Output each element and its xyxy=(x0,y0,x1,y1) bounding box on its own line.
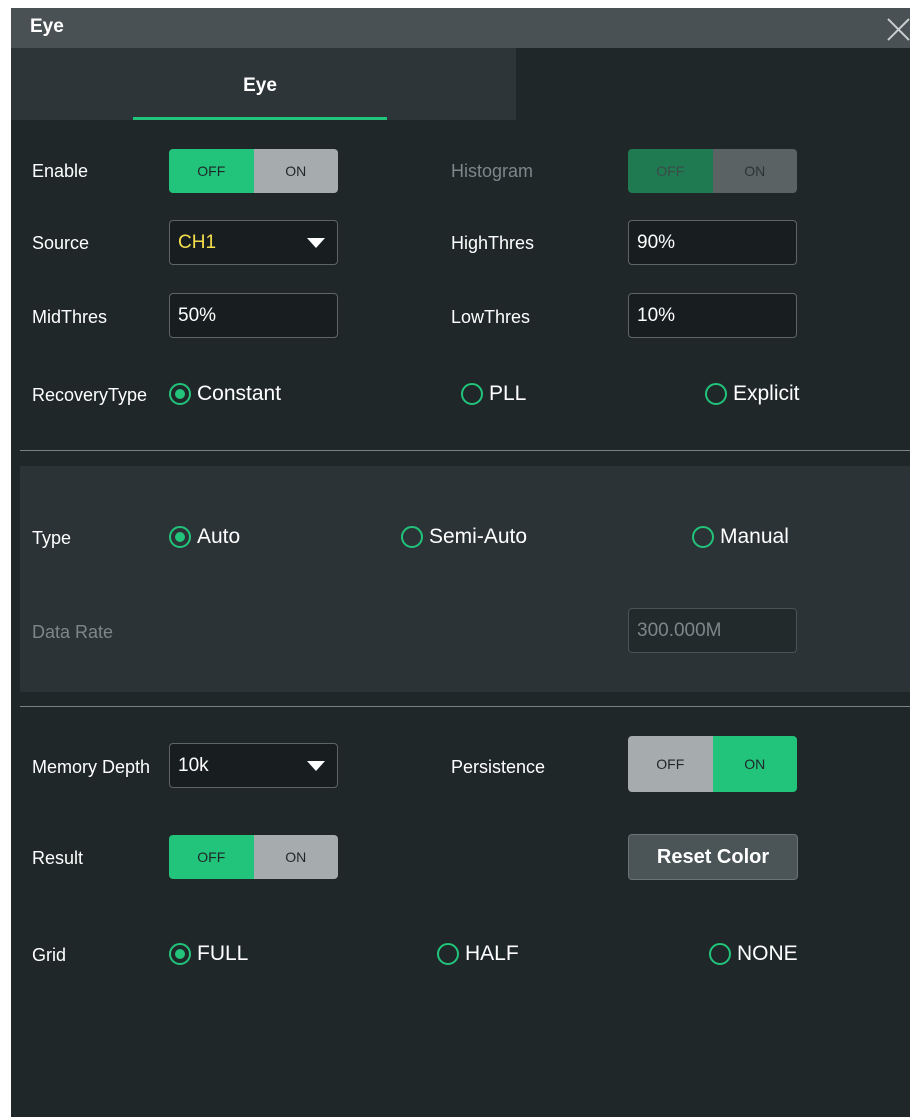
high-thres-label: HighThres xyxy=(451,233,535,253)
active-tab-indicator xyxy=(133,117,387,120)
histogram-on-option: ON xyxy=(712,149,797,193)
mid-thres-input[interactable]: 50% xyxy=(169,293,338,338)
grid-label: Grid xyxy=(32,945,67,965)
enable-label: Enable xyxy=(32,161,89,181)
caret-down-icon xyxy=(307,238,325,248)
source-value: CH1 xyxy=(178,231,217,253)
radio-unselected-icon xyxy=(705,383,727,405)
radio-unselected-icon xyxy=(692,526,714,548)
title-bar: Eye xyxy=(11,8,910,48)
recovery-settings-panel xyxy=(20,466,910,692)
radio-unselected-icon xyxy=(709,943,731,965)
dialog-title: Eye xyxy=(30,16,64,37)
histogram-label: Histogram xyxy=(451,161,534,181)
result-off-option[interactable]: OFF xyxy=(169,835,254,879)
close-icon[interactable] xyxy=(883,14,910,44)
high-thres-input[interactable]: 90% xyxy=(628,220,797,265)
memory-depth-label: Memory Depth xyxy=(32,757,151,777)
type-semi-auto-label: Semi-Auto xyxy=(429,525,528,548)
grid-half-radio[interactable]: HALF xyxy=(437,942,519,966)
data-rate-value: 300.000M xyxy=(637,619,722,641)
persistence-on-option[interactable]: ON xyxy=(712,736,797,792)
tab-eye[interactable]: Eye xyxy=(11,48,516,120)
grid-full-radio[interactable]: FULL xyxy=(169,942,248,966)
data-rate-label: Data Rate xyxy=(32,622,114,642)
section-divider xyxy=(20,450,910,451)
low-thres-label: LowThres xyxy=(451,307,531,327)
high-thres-value: 90% xyxy=(637,231,676,253)
enable-on-option[interactable]: ON xyxy=(253,149,338,193)
persistence-label: Persistence xyxy=(451,757,546,777)
recovery-constant-label: Constant xyxy=(197,382,282,405)
type-manual-radio[interactable]: Manual xyxy=(692,525,789,549)
eye-dialog: Eye Eye Enable OFF ON Histogram OFF ON S… xyxy=(11,8,910,1117)
source-label: Source xyxy=(32,233,90,253)
memory-depth-dropdown[interactable]: 10k xyxy=(169,743,338,788)
recovery-pll-label: PLL xyxy=(489,382,527,405)
grid-none-label: NONE xyxy=(737,942,798,965)
enable-toggle[interactable]: OFF ON xyxy=(169,149,338,193)
mid-thres-value: 50% xyxy=(178,304,217,326)
tab-bar: Eye xyxy=(11,48,910,120)
radio-selected-icon xyxy=(169,383,191,405)
enable-off-option[interactable]: OFF xyxy=(169,149,254,193)
persistence-off-option[interactable]: OFF xyxy=(628,736,713,792)
mid-thres-label: MidThres xyxy=(32,307,108,327)
grid-none-radio[interactable]: NONE xyxy=(709,942,798,966)
type-semi-auto-radio[interactable]: Semi-Auto xyxy=(401,525,527,549)
radio-unselected-icon xyxy=(437,943,459,965)
reset-color-button[interactable]: Reset Color xyxy=(628,834,798,880)
recovery-type-label: RecoveryType xyxy=(32,385,148,405)
persistence-toggle[interactable]: OFF ON xyxy=(628,736,797,792)
type-auto-label: Auto xyxy=(197,525,241,548)
low-thres-input[interactable]: 10% xyxy=(628,293,797,338)
source-dropdown[interactable]: CH1 xyxy=(169,220,338,265)
histogram-toggle: OFF ON xyxy=(628,149,797,193)
memory-depth-value: 10k xyxy=(178,754,209,776)
radio-unselected-icon xyxy=(401,526,423,548)
type-auto-radio[interactable]: Auto xyxy=(169,525,240,549)
type-label: Type xyxy=(32,528,72,548)
section-divider xyxy=(20,706,910,707)
histogram-off-option: OFF xyxy=(628,149,713,193)
result-toggle[interactable]: OFF ON xyxy=(169,835,338,879)
radio-selected-icon xyxy=(169,943,191,965)
recovery-explicit-radio[interactable]: Explicit xyxy=(705,382,800,406)
radio-selected-icon xyxy=(169,526,191,548)
caret-down-icon xyxy=(307,761,325,771)
data-rate-input: 300.000M xyxy=(628,608,797,653)
grid-full-label: FULL xyxy=(197,942,249,965)
result-on-option[interactable]: ON xyxy=(253,835,338,879)
recovery-pll-radio[interactable]: PLL xyxy=(461,382,526,406)
recovery-explicit-label: Explicit xyxy=(733,382,800,405)
tab-eye-label: Eye xyxy=(243,75,277,96)
low-thres-value: 10% xyxy=(637,304,676,326)
type-manual-label: Manual xyxy=(720,525,789,548)
grid-half-label: HALF xyxy=(465,942,519,965)
radio-unselected-icon xyxy=(461,383,483,405)
result-label: Result xyxy=(32,848,84,868)
recovery-constant-radio[interactable]: Constant xyxy=(169,382,281,406)
